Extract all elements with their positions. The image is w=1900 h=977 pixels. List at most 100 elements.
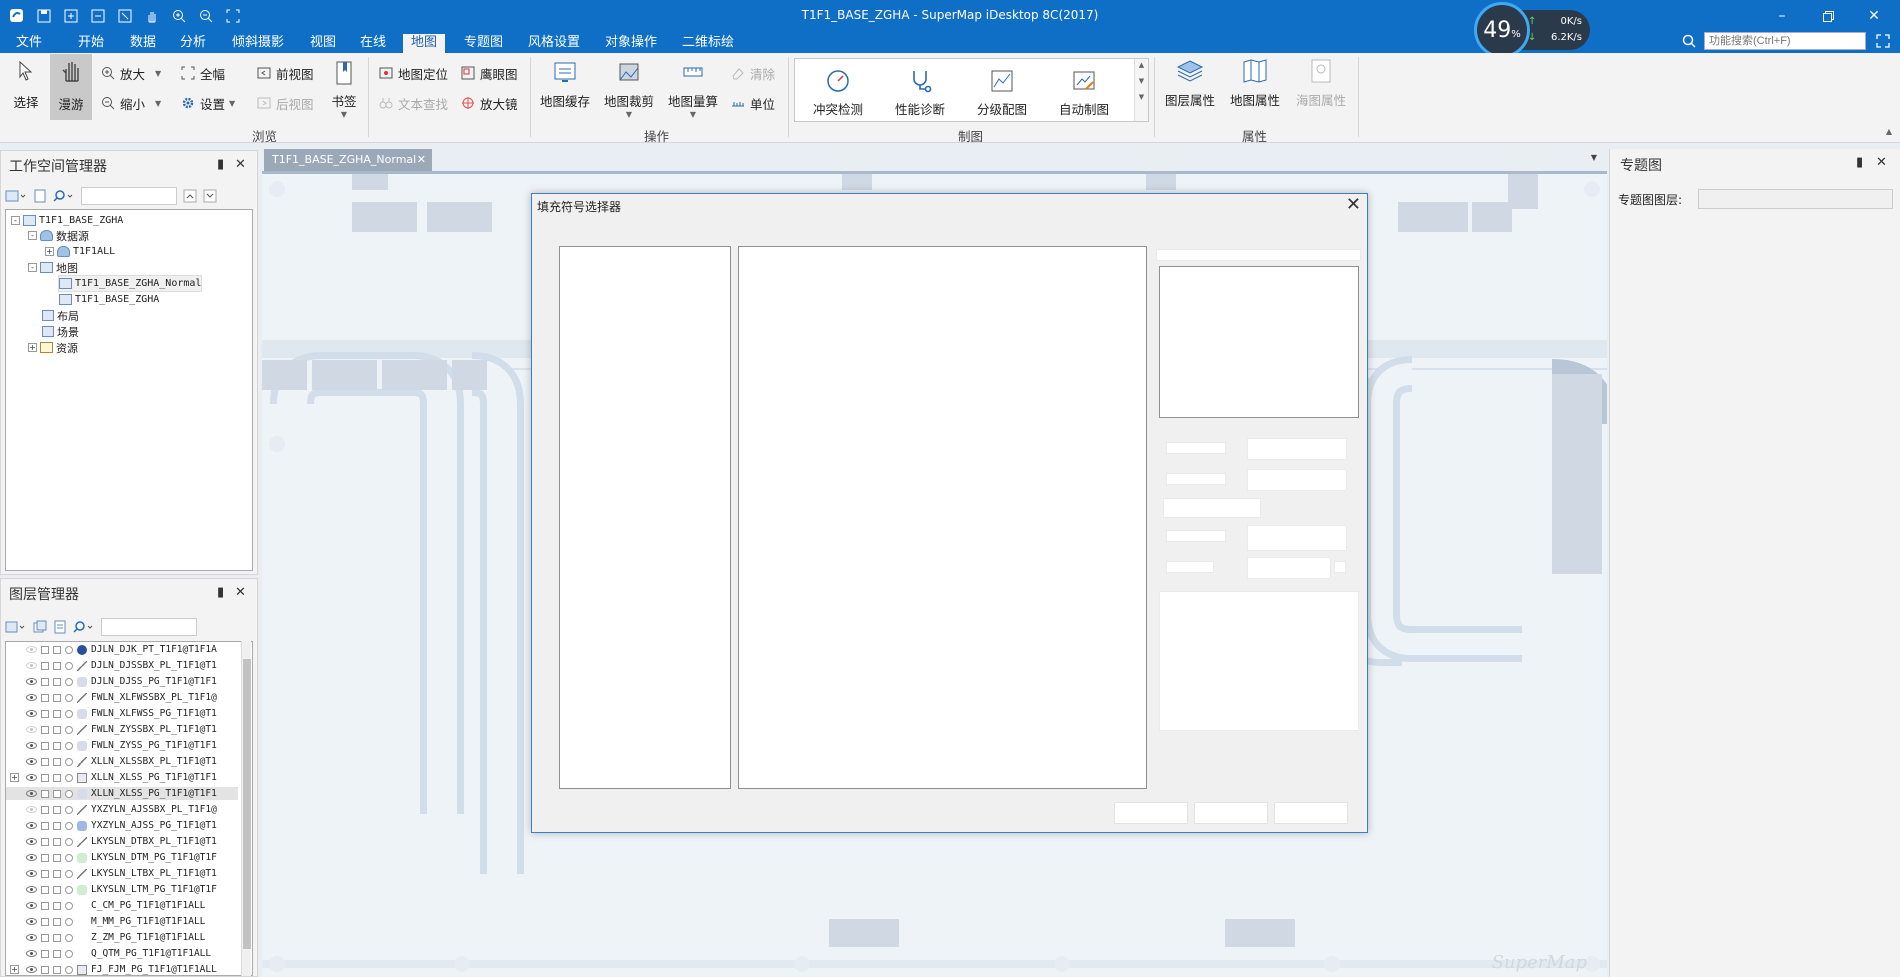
layer-row[interactable]: C_CM_PG_T1F1@T1F1ALL [6, 899, 238, 912]
selectable-arrow-icon[interactable] [41, 821, 49, 830]
editable-pencil-icon[interactable] [53, 645, 61, 654]
editable-pencil-icon[interactable] [53, 725, 61, 734]
layer-row[interactable]: Z_ZM_PG_T1F1@T1F1ALL [6, 931, 238, 944]
editable-pencil-icon[interactable] [53, 965, 61, 974]
visibility-eye-icon[interactable] [26, 742, 37, 749]
map-properties-button[interactable]: 地图属性 [1224, 57, 1286, 109]
zoom-in-button[interactable]: 放大 ▼ [100, 63, 161, 83]
close-icon[interactable]: ✕ [235, 157, 246, 172]
menu-view[interactable]: 视图 [302, 34, 344, 53]
layer-group-icon[interactable] [33, 620, 47, 634]
layer-search-icon[interactable] [73, 620, 95, 634]
layer-properties-button[interactable]: 图层属性 [1160, 57, 1220, 109]
map-measure-button[interactable]: 地图量算 ▼ [664, 59, 722, 119]
layer-row[interactable]: LKYSLN_DTBX_PL_T1F1@T1 [6, 835, 238, 848]
expand-icon[interactable]: + [45, 247, 54, 256]
pin-icon[interactable]: ▮ [1856, 155, 1863, 170]
property-field-placeholder[interactable] [1247, 525, 1347, 551]
selectable-arrow-icon[interactable] [41, 757, 49, 766]
selectable-arrow-icon[interactable] [41, 741, 49, 750]
visibility-eye-icon[interactable] [26, 838, 37, 845]
layer-row[interactable]: LKYSLN_LTM_PG_T1F1@T1F [6, 883, 238, 896]
close-tab-icon[interactable]: ✕ [417, 149, 426, 171]
selectable-arrow-icon[interactable] [41, 853, 49, 862]
layer-row[interactable]: YXZYLN_AJSS_PG_T1F1@T1 [6, 819, 238, 832]
visibility-eye-icon[interactable] [26, 790, 37, 797]
selectable-arrow-icon[interactable] [41, 789, 49, 798]
workspace-open-icon[interactable] [5, 189, 27, 203]
snappable-icon[interactable] [65, 805, 73, 814]
selectable-arrow-icon[interactable] [41, 773, 49, 782]
snappable-icon[interactable] [65, 933, 73, 942]
selectable-arrow-icon[interactable] [41, 645, 49, 654]
property-field-placeholder[interactable] [1247, 469, 1347, 491]
visibility-eye-icon[interactable] [26, 806, 37, 813]
full-extent-button[interactable]: 全幅 [180, 63, 225, 83]
selectable-arrow-icon[interactable] [41, 917, 49, 926]
tree-map-item[interactable]: T1F1_BASE_ZGHA_Normal [57, 275, 203, 292]
editable-pencil-icon[interactable] [53, 757, 61, 766]
expand-icon[interactable]: + [10, 965, 19, 974]
selectable-arrow-icon[interactable] [41, 949, 49, 958]
move-up-icon[interactable] [183, 189, 197, 203]
workspace-search-input[interactable] [81, 187, 177, 205]
selectable-arrow-icon[interactable] [41, 885, 49, 894]
text-find-button[interactable]: 文本查找 [378, 93, 448, 113]
editable-pencil-icon[interactable] [53, 853, 61, 862]
visibility-eye-icon[interactable] [26, 758, 37, 765]
visibility-eye-icon[interactable] [26, 918, 37, 925]
visibility-eye-icon[interactable] [26, 966, 37, 973]
tree-map-item[interactable]: T1F1_BASE_ZGHA [59, 292, 159, 307]
map-tab[interactable]: T1F1_BASE_ZGHA_Normal ✕ [264, 149, 432, 171]
layer-row[interactable]: DJLN_DJSSBX_PL_T1F1@T1 [6, 659, 238, 672]
menu-online[interactable]: 在线 [352, 34, 394, 53]
next-view-button[interactable]: 后视图 [256, 93, 314, 113]
layer-search-input[interactable] [101, 618, 197, 636]
close-icon[interactable]: ✕ [235, 585, 246, 600]
editable-pencil-icon[interactable] [53, 709, 61, 718]
visibility-eye-icon[interactable] [26, 774, 37, 781]
restore-button[interactable] [1818, 6, 1838, 26]
editable-pencil-icon[interactable] [53, 693, 61, 702]
dialog-button-2[interactable] [1194, 802, 1268, 824]
tree-resources[interactable]: + 资源 [28, 340, 78, 355]
visibility-eye-icon[interactable] [26, 726, 37, 733]
visibility-eye-icon[interactable] [26, 694, 37, 701]
visibility-eye-icon[interactable] [26, 710, 37, 717]
auto-mapping-button[interactable]: 自动制图 [1051, 67, 1117, 118]
editable-pencil-icon[interactable] [53, 933, 61, 942]
selectable-arrow-icon[interactable] [41, 693, 49, 702]
visibility-eye-icon[interactable] [26, 662, 37, 669]
layer-row[interactable]: FWLN_ZYSS_PG_T1F1@T1F1 [6, 739, 238, 752]
snappable-icon[interactable] [65, 837, 73, 846]
move-down-icon[interactable] [203, 189, 217, 203]
visibility-eye-icon[interactable] [26, 678, 37, 685]
snappable-icon[interactable] [65, 773, 73, 782]
graded-mapping-button[interactable]: 分级配图 [969, 67, 1035, 118]
snappable-icon[interactable] [65, 661, 73, 670]
dialog-button-3[interactable] [1274, 802, 1348, 824]
collapse-icon[interactable]: - [28, 263, 37, 272]
selectable-arrow-icon[interactable] [41, 965, 49, 974]
symbol-library-tree[interactable] [559, 246, 731, 789]
snappable-icon[interactable] [65, 757, 73, 766]
editable-pencil-icon[interactable] [53, 677, 61, 686]
menu-file[interactable]: 文件 [8, 34, 50, 53]
snappable-icon[interactable] [65, 901, 73, 910]
tree-scenes[interactable]: 场景 [42, 324, 79, 339]
property-field-placeholder[interactable] [1247, 438, 1347, 460]
select-button[interactable]: 选择 [8, 57, 44, 111]
snappable-icon[interactable] [65, 693, 73, 702]
perf-diagnose-button[interactable]: 性能诊断 [887, 67, 953, 118]
visibility-eye-icon[interactable] [26, 902, 37, 909]
snappable-icon[interactable] [65, 821, 73, 830]
collapse-icon[interactable]: - [11, 216, 20, 225]
scrollbar-thumb[interactable] [243, 659, 251, 949]
menu-2d-plotting[interactable]: 二维标绘 [674, 34, 742, 53]
tree-layouts[interactable]: 布局 [42, 308, 79, 323]
tab-list-chevron-icon[interactable]: ▼ [1591, 153, 1597, 162]
layer-order-icon[interactable] [53, 620, 67, 634]
scroll-down-icon[interactable]: ▼ [1135, 77, 1148, 85]
visibility-eye-icon[interactable] [26, 854, 37, 861]
snappable-icon[interactable] [65, 645, 73, 654]
